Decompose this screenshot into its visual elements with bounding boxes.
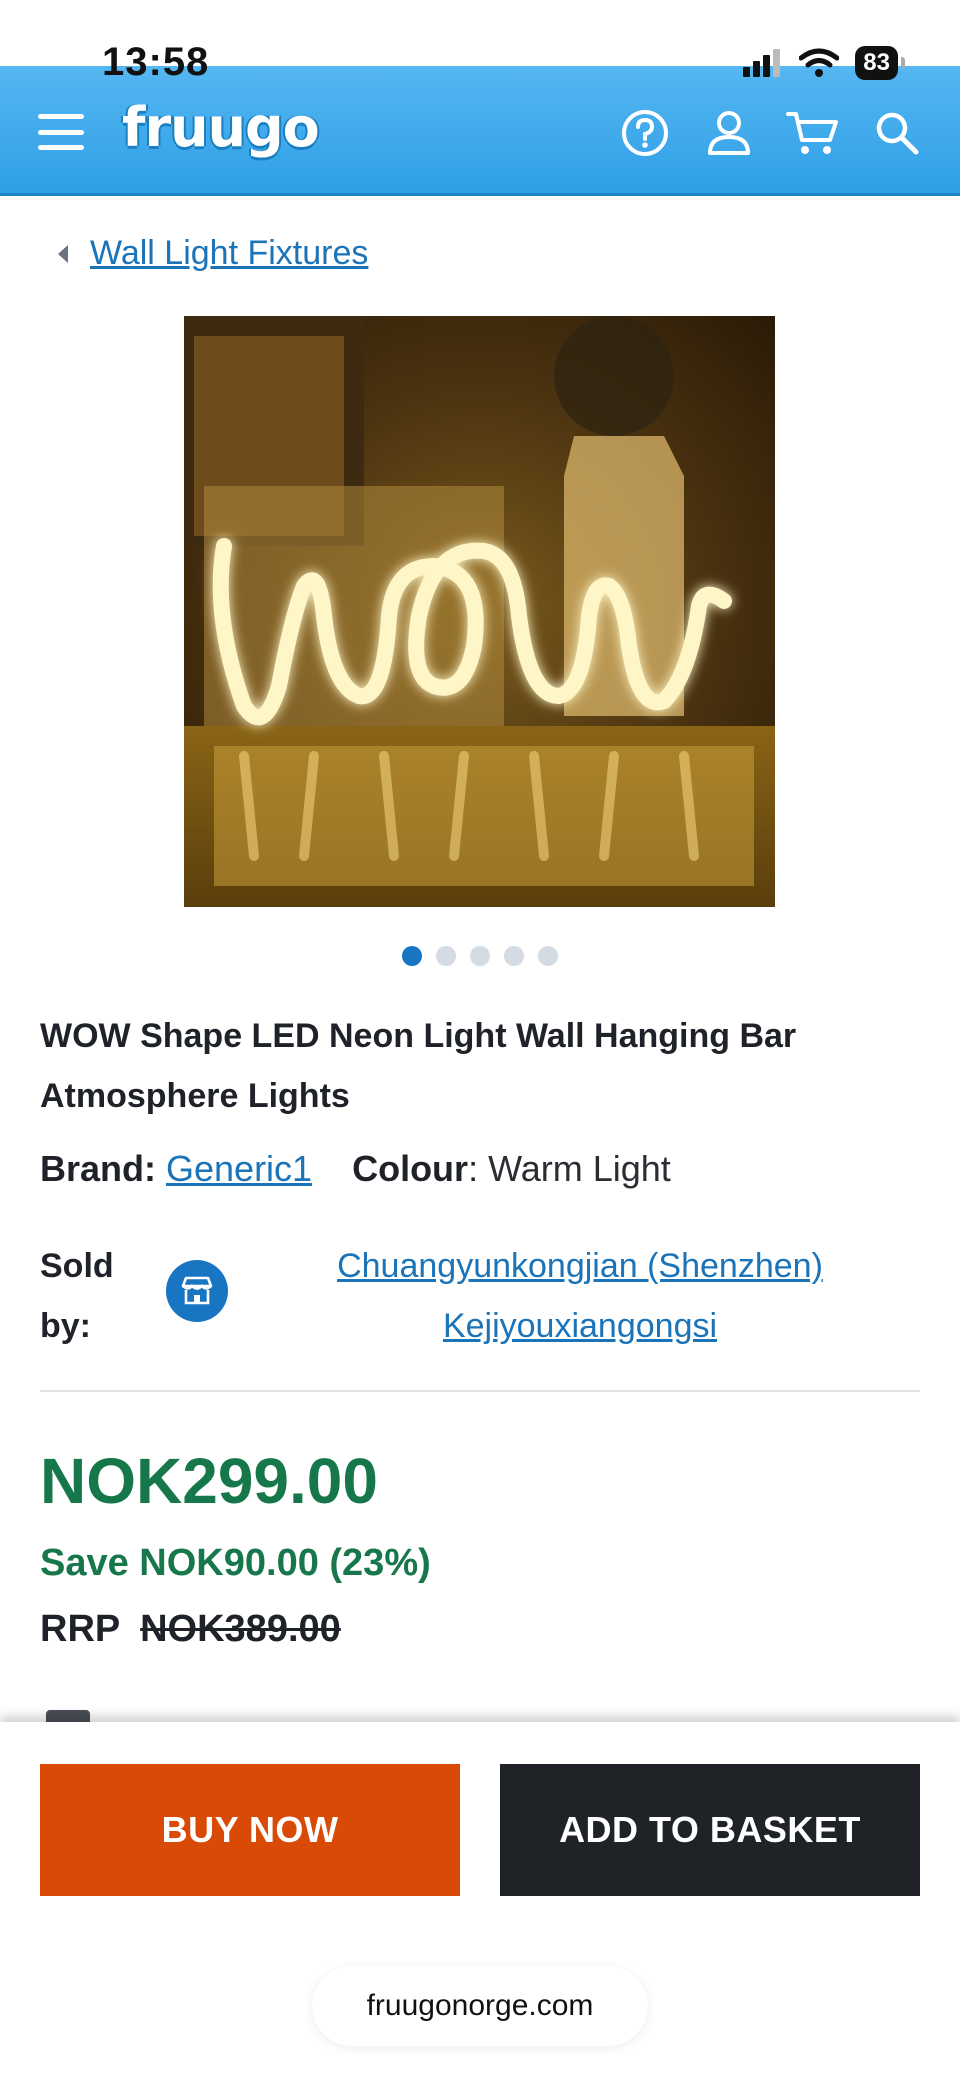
carousel-dot[interactable]	[402, 946, 422, 966]
carousel-dot[interactable]	[538, 946, 558, 966]
breadcrumb-link[interactable]: Wall Light Fixtures	[90, 234, 368, 273]
colour-info: Colour: Warm Light	[352, 1148, 671, 1190]
status-bar: 13:58 83	[0, 0, 960, 84]
account-icon[interactable]	[702, 106, 756, 160]
status-icons: 83	[743, 46, 905, 80]
help-icon[interactable]	[618, 106, 672, 160]
rrp: RRP NOK389.00	[40, 1608, 341, 1651]
product-meta-row: Brand: Generic1 Colour: Warm Light	[40, 1148, 671, 1190]
fruugo-logo[interactable]: fruugo	[122, 96, 320, 159]
divider	[40, 1390, 920, 1392]
seller-link[interactable]: Chuangyunkongjian (Shenzhen) Kejiyouxian…	[280, 1236, 880, 1356]
brand-link[interactable]: Generic1	[166, 1148, 312, 1190]
wifi-icon	[799, 48, 840, 77]
sold-by-line-1: Sold	[40, 1247, 114, 1285]
colour-value: Warm Light	[488, 1148, 671, 1189]
add-to-basket-button[interactable]: ADD TO BASKET	[500, 1764, 920, 1896]
seller-name-line-1[interactable]: Chuangyunkongjian (Shenzhen)	[280, 1236, 880, 1296]
header-icons	[618, 106, 924, 160]
search-icon[interactable]	[870, 106, 924, 160]
browser-url-bar[interactable]: fruugonorge.com	[312, 1966, 648, 2046]
brand-label: Brand:	[40, 1148, 156, 1189]
carousel-dot[interactable]	[470, 946, 490, 966]
product-title: WOW Shape LED Neon Light Wall Hanging Ba…	[40, 1017, 797, 1115]
rrp-old-price: NOK389.00	[140, 1608, 341, 1650]
battery-icon: 83	[855, 46, 905, 80]
colour-label: Colour	[352, 1148, 469, 1189]
savings-text: Save NOK90.00 (23%)	[40, 1542, 431, 1584]
sold-by-label: Sold by:	[40, 1236, 114, 1356]
colour-separator: :	[468, 1148, 479, 1189]
cart-icon[interactable]	[786, 106, 840, 160]
signal-icon	[743, 49, 781, 77]
buy-now-button[interactable]: BUY NOW	[40, 1764, 460, 1896]
neon-wow-sign-image	[184, 316, 775, 907]
price: NOK299.00	[40, 1445, 378, 1517]
status-time: 13:58	[102, 40, 210, 84]
carousel-dot[interactable]	[504, 946, 524, 966]
rrp-label: RRP	[40, 1608, 120, 1650]
breadcrumb: Wall Light Fixtures	[58, 234, 368, 273]
image-carousel-dots	[0, 946, 960, 966]
sold-by-line-2: by:	[40, 1307, 91, 1345]
app-header: fruugo	[0, 66, 960, 196]
store-icon	[166, 1260, 228, 1322]
seller-name-line-2[interactable]: Kejiyouxiangongsi	[280, 1296, 880, 1356]
product-image[interactable]	[184, 316, 775, 907]
back-caret-icon[interactable]	[58, 244, 68, 263]
carousel-dot[interactable]	[436, 946, 456, 966]
menu-icon[interactable]	[38, 114, 84, 150]
